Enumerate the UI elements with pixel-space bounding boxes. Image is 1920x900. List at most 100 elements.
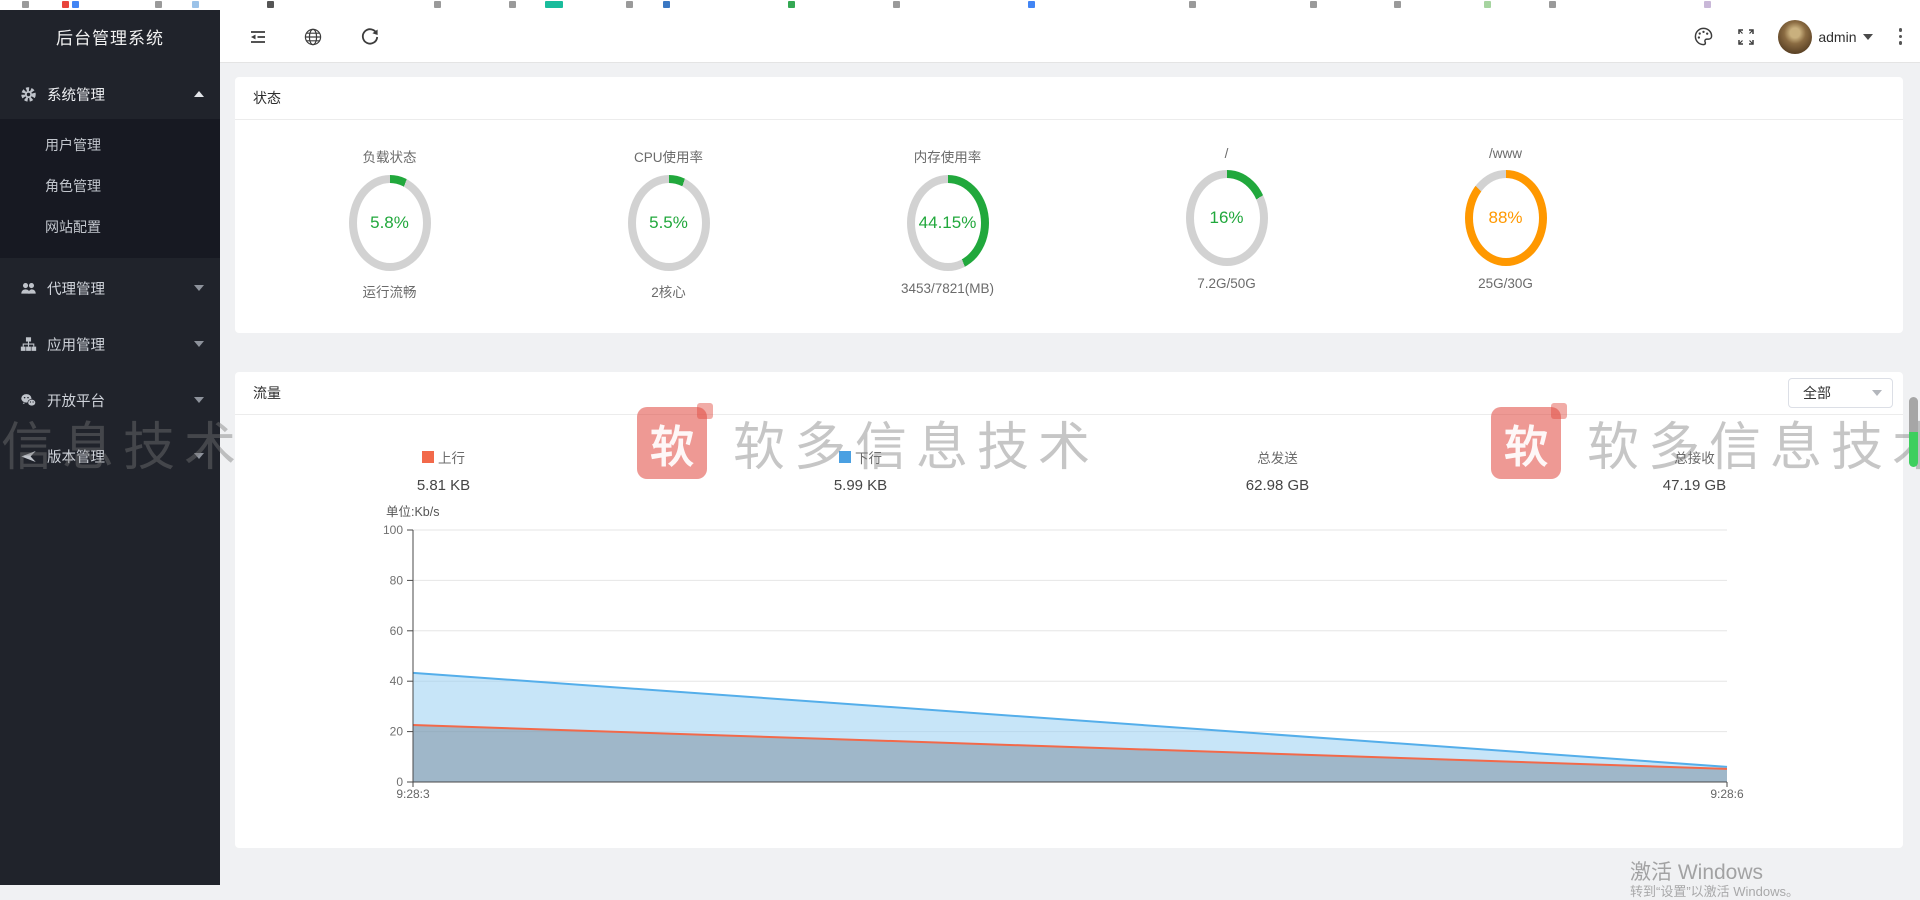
gauge-label: CPU使用率	[634, 146, 703, 166]
favicon	[509, 1, 516, 8]
gauge-memory: 内存使用率 44.15% 3453/7821(MB)	[808, 146, 1087, 301]
traffic-area-chart: 0204060801009:28:39:28:6单位:Kb/s	[340, 500, 1760, 810]
gauge-sublabel: 运行流畅	[363, 281, 417, 301]
stat-label: 总发送	[1257, 447, 1298, 467]
favicon	[1394, 1, 1401, 8]
username: admin	[1818, 29, 1856, 45]
sidebar-item-open-platform[interactable]: 开放平台	[0, 372, 220, 428]
gauge-ring: 5.8%	[349, 175, 431, 271]
gauge-label: /www	[1489, 146, 1522, 161]
chevron-down-icon	[194, 341, 204, 347]
sidebar-item-label: 代理管理	[47, 278, 105, 299]
gauge-label: /	[1225, 146, 1229, 161]
chevron-up-icon	[194, 91, 204, 97]
traffic-card: 流量 全部 上行 5.81 KB 下行 5.99 KB 总发送 62.98 GB…	[235, 372, 1903, 848]
favicon	[1028, 1, 1035, 8]
gauge-sublabel: 3453/7821(MB)	[901, 281, 994, 296]
svg-text:100: 100	[383, 523, 403, 537]
gauge-disk-root: / 16% 7.2G/50G	[1087, 146, 1366, 301]
favicon	[1549, 1, 1556, 8]
collapse-menu-icon[interactable]	[248, 27, 268, 47]
chevron-down-icon	[194, 453, 204, 459]
traffic-stats: 上行 5.81 KB 下行 5.99 KB 总发送 62.98 GB 总接收 4…	[235, 447, 1903, 494]
svg-text:20: 20	[390, 725, 404, 739]
send-icon	[20, 448, 37, 465]
sidebar-item-agent[interactable]: 代理管理	[0, 260, 220, 316]
chevron-down-icon	[194, 285, 204, 291]
gauge-ring: 44.15%	[907, 175, 989, 271]
status-card-title: 状态	[235, 77, 1903, 120]
refresh-icon[interactable]	[360, 27, 380, 47]
gauge-row: 负载状态 5.8% 运行流畅 CPU使用率 5.5% 2核心 内存使用率 44.…	[250, 120, 1645, 301]
globe-icon[interactable]	[303, 27, 323, 47]
gauge-value: 16%	[1209, 208, 1243, 228]
favicon	[626, 1, 633, 8]
svg-text:单位:Kb/s: 单位:Kb/s	[386, 504, 440, 519]
favicon	[788, 1, 795, 8]
favicon	[192, 1, 199, 8]
stat-total-sent: 总发送 62.98 GB	[1069, 447, 1486, 494]
sitemap-icon	[20, 336, 37, 353]
theme-palette-icon[interactable]	[1693, 26, 1714, 47]
browser-bookmarks-strip	[0, 0, 1920, 10]
svg-text:40: 40	[390, 674, 404, 688]
gauge-sublabel: 25G/30G	[1478, 276, 1533, 291]
more-options-icon[interactable]	[1895, 24, 1907, 49]
favicon	[1704, 1, 1711, 8]
gauge-value: 88%	[1488, 208, 1522, 228]
gauge-label: 负载状态	[363, 146, 417, 166]
users-icon	[20, 280, 37, 297]
status-card: 状态 负载状态 5.8% 运行流畅 CPU使用率 5.5% 2核心 内存使用率 …	[235, 77, 1903, 333]
stat-download: 下行 5.99 KB	[652, 447, 1069, 494]
svg-text:9:28:6: 9:28:6	[1710, 787, 1744, 801]
favicon	[155, 1, 162, 8]
sidebar-item-role-mgmt[interactable]: 角色管理	[0, 166, 220, 207]
stat-total-received: 总接收 47.19 GB	[1486, 447, 1903, 494]
favicon	[663, 1, 670, 8]
svg-text:60: 60	[390, 624, 404, 638]
favicon	[545, 1, 563, 8]
stat-label: 下行	[855, 447, 882, 467]
sidebar-item-label: 开放平台	[47, 390, 105, 411]
sidebar-item-apps[interactable]: 应用管理	[0, 316, 220, 372]
sidebar-item-site-config[interactable]: 网站配置	[0, 207, 220, 248]
app-title: 后台管理系统	[0, 10, 220, 63]
sidebar-item-label: 应用管理	[47, 334, 105, 355]
stat-value: 47.19 GB	[1486, 477, 1903, 494]
chevron-down-icon	[194, 397, 204, 403]
sidebar-item-label: 版本管理	[47, 446, 105, 467]
favicon	[1310, 1, 1317, 8]
favicon	[1484, 1, 1491, 8]
gear-icon	[20, 86, 37, 103]
svg-text:80: 80	[390, 573, 404, 587]
user-menu[interactable]: admin	[1778, 20, 1872, 54]
traffic-filter-select[interactable]: 全部	[1788, 378, 1893, 408]
stat-value: 5.99 KB	[652, 477, 1069, 494]
gauge-cpu: CPU使用率 5.5% 2核心	[529, 146, 808, 301]
gauge-ring: 88%	[1465, 170, 1547, 266]
gauge-sublabel: 7.2G/50G	[1197, 276, 1256, 291]
traffic-filter-value: 全部	[1803, 383, 1872, 403]
sidebar-item-label: 系统管理	[47, 84, 105, 105]
favicon	[267, 1, 274, 8]
topbar: admin	[220, 10, 1920, 63]
gauge-sublabel: 2核心	[651, 281, 686, 301]
avatar[interactable]	[1778, 20, 1812, 54]
stat-value: 62.98 GB	[1069, 477, 1486, 494]
stat-upload: 上行 5.81 KB	[235, 447, 652, 494]
favicon	[72, 1, 79, 8]
gauge-label: 内存使用率	[914, 146, 982, 166]
sidebar-item-version[interactable]: 版本管理	[0, 428, 220, 484]
traffic-card-title: 流量	[235, 372, 1903, 415]
wechat-icon	[20, 392, 37, 409]
windows-activation-subtext: 转到“设置”以激活 Windows。	[1630, 881, 1799, 900]
sidebar-item-user-mgmt[interactable]: 用户管理	[0, 125, 220, 166]
gauge-disk-www: /www 88% 25G/30G	[1366, 146, 1645, 301]
download-legend-swatch	[839, 451, 851, 463]
gauge-value: 5.5%	[649, 213, 688, 233]
scrollbar-thumb[interactable]	[1909, 397, 1918, 467]
favicon	[893, 1, 900, 8]
upload-legend-swatch	[422, 451, 434, 463]
sidebar-item-system[interactable]: 系统管理	[0, 69, 220, 119]
fullscreen-icon[interactable]	[1736, 27, 1756, 47]
